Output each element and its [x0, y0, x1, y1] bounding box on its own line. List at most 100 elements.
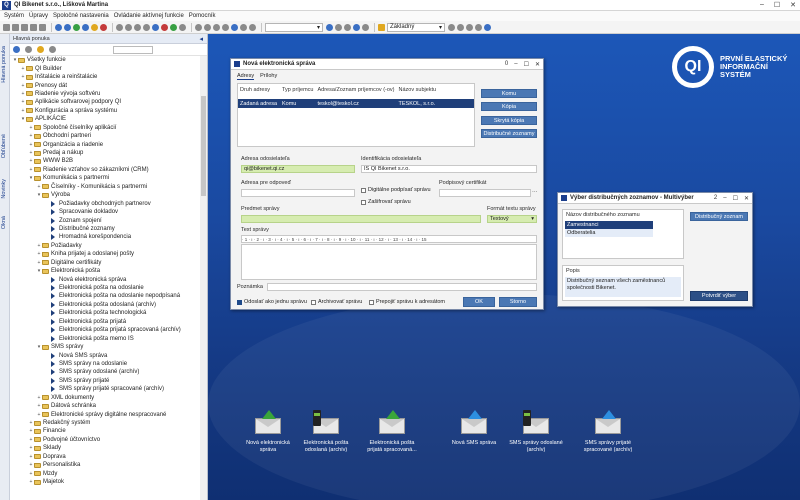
search-icon[interactable]: [353, 23, 360, 31]
tree-item[interactable]: + Mzdy: [10, 469, 200, 477]
delete-record-icon[interactable]: [161, 23, 168, 31]
to-button[interactable]: Komu: [481, 89, 537, 98]
tree-item[interactable]: + Doprava: [10, 453, 200, 461]
tree-item[interactable]: Nová SMS správa: [10, 351, 200, 359]
certificate-field[interactable]: [439, 189, 531, 197]
tree-item[interactable]: ▾ Komunikácia s partnermi: [10, 174, 200, 182]
open-icon[interactable]: [12, 23, 19, 31]
save-icon[interactable]: [170, 23, 177, 31]
tree-item[interactable]: Elektronická pošta memo IS: [10, 334, 200, 342]
table-row[interactable]: Zadaná adresa Komu teskol@teskol.cz TESK…: [238, 99, 474, 108]
tree-item[interactable]: + Dátová schránka: [10, 402, 200, 410]
info-icon[interactable]: [231, 23, 238, 31]
preview-icon[interactable]: [30, 23, 37, 31]
tree-item[interactable]: Zoznam spojení: [10, 216, 200, 224]
help-icon[interactable]: [484, 23, 491, 31]
menu-help[interactable]: Pomocník: [189, 13, 216, 19]
tree-item[interactable]: + Digitálne certifikáty: [10, 259, 200, 267]
tree-item[interactable]: + Požiadavky: [10, 242, 200, 250]
tree-item[interactable]: + Financie: [10, 427, 200, 435]
star-icon[interactable]: [37, 46, 44, 53]
window-list-icon[interactable]: [475, 23, 482, 31]
last-record-icon[interactable]: [143, 23, 150, 31]
tree-item[interactable]: + Prenosy dát: [10, 81, 200, 89]
sort-icon[interactable]: [344, 23, 351, 31]
tree-item[interactable]: + Inštalácie a reinštalácie: [10, 73, 200, 81]
minimize-icon[interactable]: –: [760, 1, 764, 9]
list-item[interactable]: Odberatelia: [565, 229, 653, 237]
tree-item[interactable]: Elektronická pošta prijatá spracovaná (a…: [10, 326, 200, 334]
collapse-all-icon[interactable]: [25, 46, 32, 53]
tree-item[interactable]: + Riadenie vývoja softvéru: [10, 90, 200, 98]
tree-item[interactable]: + Majetok: [10, 478, 200, 486]
minimize-icon[interactable]: –: [723, 195, 726, 202]
tree-item[interactable]: + Spoločné číselníky aplikácií: [10, 124, 200, 132]
reply-to-field[interactable]: [241, 189, 355, 197]
tree-item[interactable]: + Organizácia a riadenie: [10, 140, 200, 148]
home-icon[interactable]: [82, 23, 89, 31]
minimize-icon[interactable]: –: [514, 61, 517, 68]
sender-field[interactable]: qi@bikenet.qi.cz: [241, 165, 355, 173]
tree-item[interactable]: + Sklady: [10, 444, 200, 452]
cc-button[interactable]: Kópia: [481, 102, 537, 111]
tree-item[interactable]: + Predaj a nákup: [10, 149, 200, 157]
confirm-selection-button[interactable]: Potvrdiť výber: [690, 291, 748, 301]
format-select[interactable]: Textový ▾: [487, 215, 537, 223]
subject-field[interactable]: [241, 215, 481, 223]
close-icon[interactable]: ✕: [790, 1, 796, 9]
desktop-shortcut[interactable]: SMS správy prijaté spracované (archív): [578, 410, 638, 453]
checkbox-box[interactable]: [311, 299, 316, 305]
refresh-icon[interactable]: [13, 46, 20, 53]
list-item[interactable]: Zamestnanci: [565, 221, 653, 229]
tree-item[interactable]: Elektronická pošta na odoslanie: [10, 284, 200, 292]
col-address[interactable]: Adresa/Zoznam príjemcov (-ov): [315, 86, 396, 99]
paste-icon[interactable]: [213, 23, 220, 31]
note-field[interactable]: [267, 283, 537, 291]
tree-item[interactable]: + Riadenie vzťahov so zákazníkmi (CRM): [10, 166, 200, 174]
send-once-checkbox[interactable]: Odoslať ako jednu správu: [237, 299, 307, 305]
calendar-icon[interactable]: [240, 23, 247, 31]
sign-checkbox[interactable]: Digitálne podpísať správu: [361, 187, 431, 193]
tab-attachments[interactable]: Prílohy: [260, 73, 277, 80]
find-icon[interactable]: [49, 46, 56, 53]
window-cascade-icon[interactable]: [466, 23, 473, 31]
profile-select[interactable]: Základný ▾: [387, 22, 445, 32]
desktop-shortcut[interactable]: Elektronická pošta odoslaná (archív): [296, 410, 356, 453]
columns-icon[interactable]: [362, 23, 369, 31]
col-address-type[interactable]: Druh adresy: [238, 86, 280, 99]
tree-item[interactable]: + Podvojné účtovníctvo: [10, 436, 200, 444]
back-icon[interactable]: [64, 23, 71, 31]
checkbox-box[interactable]: [361, 199, 366, 205]
tree-item[interactable]: + Aplikácie softvarovej podpory QI: [10, 98, 200, 106]
filter-icon[interactable]: [326, 23, 333, 31]
desktop-shortcut[interactable]: SMS správy odoslané (archív): [506, 410, 566, 453]
prev-record-icon[interactable]: [125, 23, 132, 31]
tree-item[interactable]: Hromadná korešpondencia: [10, 233, 200, 241]
undo-icon[interactable]: [179, 23, 186, 31]
tree-item[interactable]: + Konfigurácia a správa systému: [10, 107, 200, 115]
cancel-button[interactable]: Storno: [499, 297, 537, 307]
body-textarea[interactable]: [241, 244, 537, 280]
tree-item[interactable]: + WWW B2B: [10, 157, 200, 165]
checkbox-box[interactable]: [369, 299, 374, 305]
maximize-icon[interactable]: ☐: [524, 61, 529, 68]
menu-active-function[interactable]: Ovládanie aktívnej funkcie: [114, 13, 184, 19]
print-icon[interactable]: [21, 23, 28, 31]
maximize-icon[interactable]: ☐: [733, 195, 738, 202]
tree-item[interactable]: + Elektronické správy digitálne nespracov…: [10, 410, 200, 418]
tree-item[interactable]: + Redakčný systém: [10, 419, 200, 427]
first-record-icon[interactable]: [116, 23, 123, 31]
tree-item[interactable]: ▾ Všetky funkcie: [10, 56, 200, 64]
tree-scrollbar[interactable]: [200, 56, 207, 500]
tree-item[interactable]: Spracovanie dokladov: [10, 208, 200, 216]
tree-item[interactable]: + Číselníky - Komunikácia s partnermi: [10, 183, 200, 191]
encrypt-checkbox[interactable]: Zašifrovať správu: [361, 199, 411, 205]
vtab-favorites[interactable]: Obľúbené: [1, 134, 7, 158]
distribution-lists-button[interactable]: Distribučné zoznamy: [481, 129, 537, 138]
tree-item[interactable]: SMS správy prijaté: [10, 377, 200, 385]
ok-button[interactable]: OK: [463, 297, 495, 307]
archive-checkbox[interactable]: Archivovať správu: [311, 299, 362, 305]
settings-icon[interactable]: [222, 23, 229, 31]
tree-item[interactable]: SMS správy na odoslanie: [10, 360, 200, 368]
menu-edit[interactable]: Úpravy: [29, 13, 48, 19]
